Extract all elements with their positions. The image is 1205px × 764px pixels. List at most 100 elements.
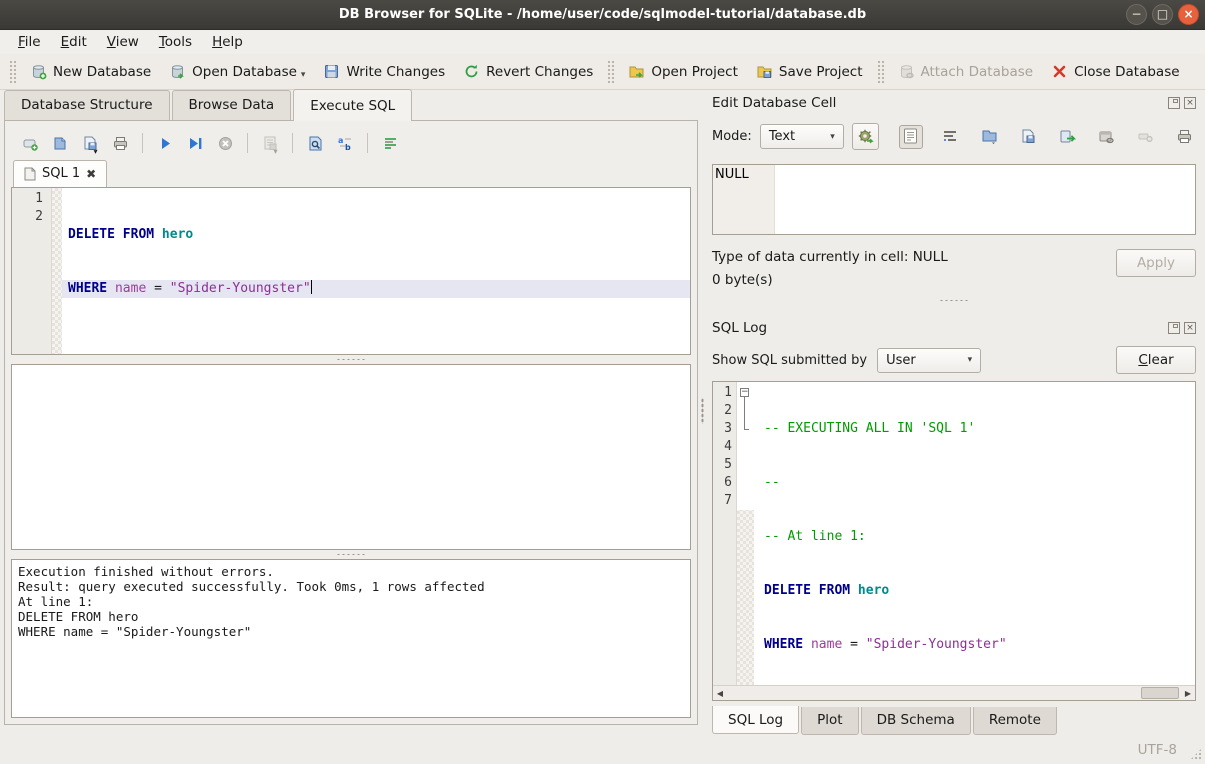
mode-select[interactable]: Text ▾: [760, 124, 844, 149]
open-external-button[interactable]: [1094, 125, 1118, 149]
panel-splitter[interactable]: [698, 90, 706, 731]
resize-grip[interactable]: [1190, 748, 1202, 760]
tab-browse-data[interactable]: Browse Data: [172, 90, 292, 120]
execute-sql-page: ▾ ▾ ab SQL 1 ✖: [4, 120, 698, 725]
menu-help[interactable]: Help: [202, 31, 253, 53]
cell-value-area[interactable]: [775, 165, 1195, 234]
minimize-button[interactable]: −: [1126, 4, 1147, 25]
word-wrap-icon: [942, 128, 959, 145]
tab-execute-sql[interactable]: Execute SQL: [293, 89, 412, 121]
word-wrap-button[interactable]: [938, 125, 962, 149]
revert-changes-icon: [463, 63, 480, 80]
float-dock-icon[interactable]: [1168, 322, 1180, 334]
scroll-left-icon[interactable]: ◀: [713, 689, 727, 698]
editor-results-splitter[interactable]: [11, 355, 691, 364]
set-null-button[interactable]: [1133, 125, 1157, 149]
format-sql-icon: [382, 135, 399, 152]
print-cell-button[interactable]: [1172, 125, 1196, 149]
attach-database-icon: [898, 63, 915, 80]
write-changes-button[interactable]: Write Changes: [314, 59, 454, 84]
text-mode-button[interactable]: [899, 125, 923, 149]
log-code-area[interactable]: -- EXECUTING ALL IN 'SQL 1' -- -- At lin…: [754, 382, 1195, 685]
cell-info-area: Type of data currently in cell: NULL 0 b…: [712, 249, 1196, 297]
sql-editor[interactable]: 1 2 DELETE FROM hero WHERE name = "Spide…: [11, 187, 691, 355]
import-cell-button[interactable]: [977, 125, 1001, 149]
menu-view[interactable]: View: [97, 31, 149, 53]
fold-collapse-icon[interactable]: −: [740, 388, 749, 397]
scrollbar-thumb[interactable]: [1141, 687, 1179, 699]
clear-log-button[interactable]: Clear: [1116, 346, 1196, 374]
filter-label: Show SQL submitted by: [712, 353, 867, 368]
open-external-icon: [1098, 128, 1115, 145]
import-cell-icon: [981, 128, 998, 145]
execute-all-button[interactable]: [152, 130, 178, 156]
sql-log-view[interactable]: 1 2 3 4 5 6 7 − --: [712, 381, 1196, 701]
right-panel: Edit Database Cell × Mode: Text ▾: [706, 90, 1205, 735]
menu-bar: File Edit View Tools Help: [0, 30, 1205, 54]
text-mode-icon: [903, 128, 920, 145]
sql-document-icon: [24, 167, 36, 181]
apply-button[interactable]: Apply: [1116, 249, 1196, 277]
tab-db-schema[interactable]: DB Schema: [861, 707, 971, 735]
sql-tab-label: SQL 1: [42, 166, 80, 181]
sql-document-tab[interactable]: SQL 1 ✖: [13, 160, 107, 187]
close-button[interactable]: ×: [1178, 4, 1199, 25]
save-project-button[interactable]: Save Project: [747, 59, 872, 84]
editor-code-area[interactable]: DELETE FROM hero WHERE name = "Spider-Yo…: [62, 188, 690, 354]
set-null-icon: [1137, 128, 1154, 145]
log-horizontal-scrollbar[interactable]: ◀ ▶: [713, 685, 1195, 700]
encoding-indicator[interactable]: UTF-8: [1138, 742, 1177, 758]
tab-sql-log[interactable]: SQL Log: [712, 706, 799, 734]
execute-current-line-button[interactable]: [182, 130, 208, 156]
save-cell-icon: [1020, 128, 1037, 145]
toolbar-separator: [367, 133, 368, 153]
main-toolbar: New Database Open Database ▾ Write Chang…: [0, 54, 1205, 90]
menu-file[interactable]: File: [8, 31, 51, 53]
format-sql-button[interactable]: [377, 130, 403, 156]
find-replace-button[interactable]: ab: [332, 130, 358, 156]
attach-database-button[interactable]: Attach Database: [889, 59, 1043, 84]
float-dock-icon[interactable]: [1168, 97, 1180, 109]
close-database-button[interactable]: Close Database: [1042, 59, 1188, 84]
results-grid[interactable]: [11, 364, 691, 550]
open-project-button[interactable]: Open Project: [619, 59, 747, 84]
editor-line-2-current: WHERE name = "Spider-Youngster": [62, 280, 690, 298]
cell-log-splitter[interactable]: [712, 296, 1196, 305]
close-sql-tab-icon[interactable]: ✖: [86, 167, 96, 181]
maximize-button[interactable]: □: [1152, 4, 1173, 25]
sql-log-content: 1 2 3 4 5 6 7 − --: [713, 382, 1195, 685]
open-sql-file-button[interactable]: [47, 130, 73, 156]
auto-apply-button[interactable]: [852, 123, 879, 150]
save-results-icon: [262, 135, 279, 152]
tab-plot[interactable]: Plot: [801, 707, 858, 735]
menu-edit[interactable]: Edit: [51, 31, 97, 53]
open-database-button[interactable]: Open Database ▾: [160, 59, 314, 84]
submitted-by-select[interactable]: User ▾: [877, 348, 981, 373]
open-database-dropdown-caret[interactable]: ▾: [301, 70, 306, 80]
results-message-splitter[interactable]: [11, 550, 691, 559]
save-results-button[interactable]: ▾: [257, 130, 283, 156]
dock-tab-bar: SQL Log Plot DB Schema Remote: [712, 707, 1196, 735]
open-project-icon: [628, 63, 645, 80]
new-database-icon: [30, 63, 47, 80]
cell-toolbar: [899, 125, 1196, 149]
find-button[interactable]: [302, 130, 328, 156]
save-sql-file-button[interactable]: ▾: [77, 130, 103, 156]
sql-log-title: SQL Log: [712, 320, 1164, 336]
print-button[interactable]: [107, 130, 133, 156]
export-cell-button[interactable]: [1055, 125, 1079, 149]
new-database-button[interactable]: New Database: [21, 59, 160, 84]
save-cell-button[interactable]: [1016, 125, 1040, 149]
edit-cell-title: Edit Database Cell: [712, 95, 1164, 111]
revert-changes-button[interactable]: Revert Changes: [454, 59, 602, 84]
close-dock-icon[interactable]: ×: [1184, 97, 1196, 109]
tab-database-structure[interactable]: Database Structure: [4, 90, 170, 120]
cell-value-editor[interactable]: NULL: [712, 164, 1196, 235]
new-sql-tab-button[interactable]: [17, 130, 43, 156]
execution-message: Execution finished without errors. Resul…: [11, 559, 691, 718]
menu-tools[interactable]: Tools: [149, 31, 202, 53]
close-dock-icon[interactable]: ×: [1184, 322, 1196, 334]
scroll-right-icon[interactable]: ▶: [1181, 689, 1195, 698]
stop-button[interactable]: [212, 130, 238, 156]
tab-remote[interactable]: Remote: [973, 707, 1057, 735]
